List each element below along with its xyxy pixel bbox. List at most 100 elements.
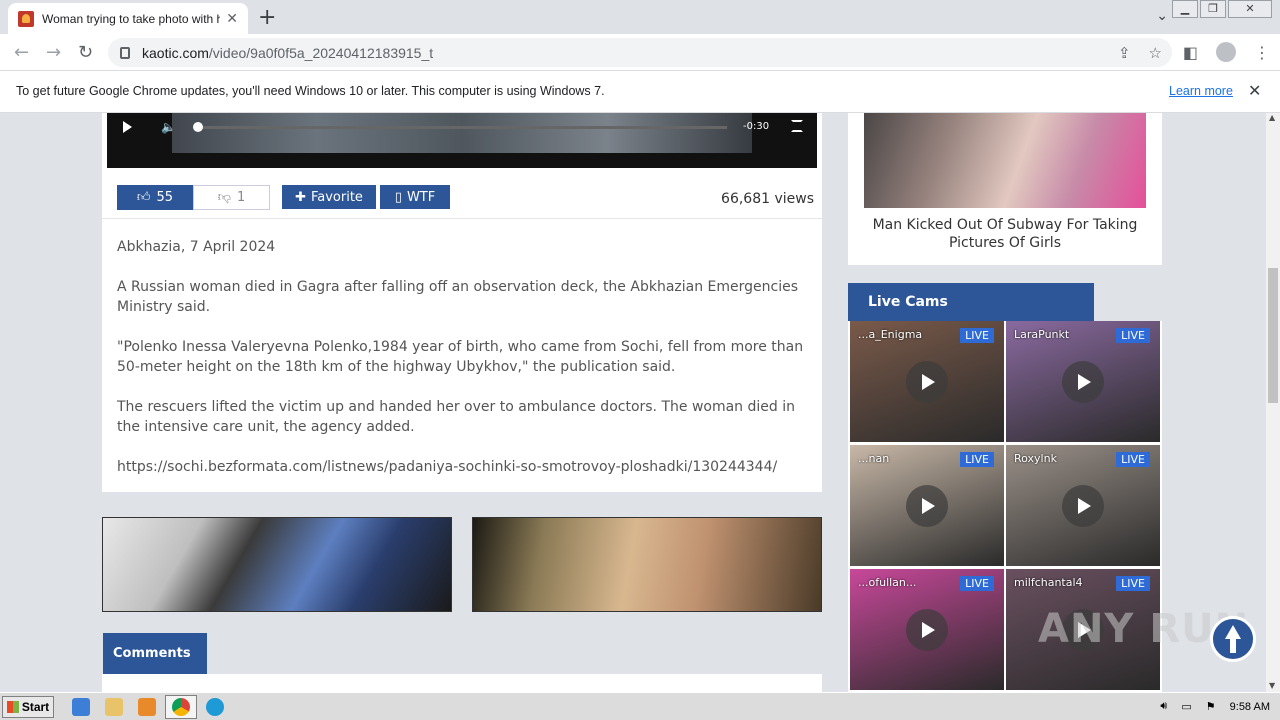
- like-count: 55: [156, 190, 174, 205]
- share-icon[interactable]: ⇪: [1118, 44, 1131, 62]
- clock[interactable]: 9:58 AM: [1230, 701, 1270, 713]
- windows-taskbar: Start 🔊︎ ▭ ⚑ 9:58 AM: [0, 692, 1280, 720]
- fullscreen-icon[interactable]: [791, 120, 803, 132]
- article-paragraph: The rescuers lifted the victim up and ha…: [117, 399, 795, 435]
- source-link[interactable]: https://sochi.bezformata.com/listnews/pa…: [117, 457, 812, 477]
- tab-strip: Woman trying to take photo with he ✕ + ⌄…: [0, 0, 1280, 34]
- tab-close-icon[interactable]: ✕: [226, 11, 238, 27]
- volume-icon[interactable]: 🔈: [161, 120, 176, 134]
- seek-handle[interactable]: [193, 122, 203, 132]
- cam-name: Roxylnk: [1014, 452, 1057, 465]
- play-icon[interactable]: [906, 609, 948, 651]
- browser-toolbar: ← → ↻ kaotic.com/video/9a0f0f5a_20240412…: [0, 34, 1280, 71]
- cam-tile[interactable]: ...ofullan... LIVE: [850, 569, 1004, 690]
- page-scrollbar[interactable]: ▲ ▼: [1266, 113, 1280, 692]
- live-badge: LIVE: [1116, 328, 1150, 343]
- square-icon: ▯: [394, 189, 402, 205]
- lock-icon: [120, 46, 130, 59]
- video-player[interactable]: 🔈 -0:30: [107, 113, 817, 168]
- play-icon[interactable]: [906, 485, 948, 527]
- menu-kebab-icon[interactable]: ⋮: [1254, 43, 1270, 62]
- restore-icon[interactable]: ❐: [1200, 0, 1226, 18]
- forward-arrow-icon[interactable]: →: [46, 42, 61, 63]
- edge-icon[interactable]: [206, 698, 224, 716]
- url-domain: kaotic.com: [142, 44, 209, 61]
- play-icon[interactable]: [1062, 361, 1104, 403]
- related-video-card[interactable]: Man Kicked Out Of Subway For Taking Pict…: [848, 113, 1162, 265]
- window-controls: ▁ ❐ ✕: [1170, 0, 1272, 18]
- address-bar[interactable]: kaotic.com/video/9a0f0f5a_20240412183915…: [108, 38, 1172, 67]
- chrome-icon[interactable]: [172, 698, 190, 716]
- plus-icon: ✚: [295, 189, 306, 205]
- play-icon[interactable]: [1062, 485, 1104, 527]
- windows-logo-icon: [6, 701, 19, 713]
- scroll-up-arrow-icon[interactable]: ▲: [1269, 113, 1275, 122]
- play-icon[interactable]: [906, 361, 948, 403]
- video-card: 🔈 -0:30 👍︎ 55 👎︎ 1 ✚ Favorite ▯ WTF 66,6…: [102, 113, 822, 492]
- learn-more-link[interactable]: Learn more: [1169, 84, 1233, 98]
- minimize-icon[interactable]: ▁: [1172, 0, 1198, 18]
- flag-tray-icon[interactable]: ⚑: [1206, 700, 1216, 713]
- live-badge: LIVE: [1116, 452, 1150, 467]
- cam-tile[interactable]: ...a_Enigma LIVE: [850, 321, 1004, 442]
- seek-bar[interactable]: [195, 126, 727, 129]
- favorite-button[interactable]: ✚ Favorite: [282, 185, 376, 209]
- cam-tile[interactable]: Roxylnk LIVE: [1006, 445, 1160, 566]
- cam-name: milfchantal4: [1014, 576, 1083, 589]
- ie-icon[interactable]: [72, 698, 90, 716]
- scrollbar-thumb[interactable]: [1268, 268, 1278, 403]
- window-close-icon[interactable]: ✕: [1228, 0, 1272, 18]
- live-badge: LIVE: [1116, 576, 1150, 591]
- cam-name: LaraPunkt: [1014, 328, 1070, 341]
- tab-title: Woman trying to take photo with he: [42, 11, 221, 26]
- cam-tile[interactable]: LaraPunkt LIVE: [1006, 321, 1160, 442]
- video-frame: [172, 113, 752, 153]
- play-icon[interactable]: [123, 121, 132, 133]
- side-panel-icon[interactable]: ◧: [1183, 43, 1198, 62]
- video-actions: 👍︎ 55 👎︎ 1 ✚ Favorite ▯ WTF 66,681 views: [102, 173, 822, 219]
- view-count: 66,681 views: [721, 191, 814, 207]
- article-dateline: Abkhazia, 7 April 2024: [117, 239, 276, 255]
- dislike-count: 1: [236, 190, 246, 205]
- cam-name: ...ofullan...: [858, 576, 917, 589]
- wtf-label: WTF: [406, 189, 436, 205]
- cam-name: ...a_Enigma: [858, 328, 923, 341]
- scroll-down-arrow-icon[interactable]: ▼: [1269, 681, 1275, 690]
- browser-tab[interactable]: Woman trying to take photo with he ✕: [8, 3, 248, 34]
- related-video-thumbnail[interactable]: [102, 517, 452, 612]
- related-video-thumbnail[interactable]: [472, 517, 822, 612]
- scroll-to-top-button[interactable]: [1210, 616, 1256, 662]
- dislike-button[interactable]: 👎︎ 1: [193, 185, 270, 210]
- live-badge: LIVE: [960, 452, 994, 467]
- thumbs-down-icon: 👎︎: [217, 190, 231, 205]
- url-path: /video/9a0f0f5a_20240412183915_t: [208, 44, 434, 61]
- thumbs-up-icon: 👍︎: [136, 190, 151, 205]
- related-video-image[interactable]: [864, 113, 1146, 208]
- omnibox-icons: ⇪ ☆: [1118, 44, 1162, 62]
- volume-tray-icon[interactable]: 🔊︎: [1160, 700, 1167, 713]
- infobar-close-icon[interactable]: ✕: [1248, 81, 1261, 101]
- live-cams-header: Live Cams: [848, 283, 1094, 321]
- favorite-label: Favorite: [310, 189, 363, 205]
- reload-icon[interactable]: ↻: [78, 42, 93, 63]
- bookmark-star-icon[interactable]: ☆: [1149, 44, 1162, 62]
- start-button[interactable]: Start: [2, 696, 54, 718]
- back-arrow-icon[interactable]: ←: [14, 42, 29, 63]
- article-body: Abkhazia, 7 April 2024 A Russian woman d…: [117, 237, 812, 497]
- profile-avatar-icon[interactable]: [1216, 42, 1236, 62]
- wtf-button[interactable]: ▯ WTF: [380, 185, 450, 209]
- live-badge: LIVE: [960, 576, 994, 591]
- like-button[interactable]: 👍︎ 55: [117, 185, 193, 210]
- url-text: kaotic.com/video/9a0f0f5a_20240412183915…: [142, 45, 433, 61]
- cam-tile[interactable]: ...nan LIVE: [850, 445, 1004, 566]
- system-tray: 🔊︎ ▭ ⚑ 9:58 AM: [1160, 700, 1270, 713]
- explorer-folder-icon[interactable]: [105, 698, 123, 716]
- new-tab-button[interactable]: +: [258, 5, 276, 30]
- related-video-caption[interactable]: Man Kicked Out Of Subway For Taking Pict…: [858, 216, 1152, 252]
- media-player-icon[interactable]: [138, 698, 156, 716]
- network-tray-icon[interactable]: ▭: [1181, 700, 1191, 713]
- tab-search-chevron-icon[interactable]: ⌄: [1156, 8, 1168, 24]
- toolbar-right: ◧ ⋮: [1183, 42, 1270, 62]
- site-favicon-icon: [18, 10, 34, 27]
- article-paragraph: "Polenko Inessa Valeryevna Polenko,1984 …: [117, 339, 804, 375]
